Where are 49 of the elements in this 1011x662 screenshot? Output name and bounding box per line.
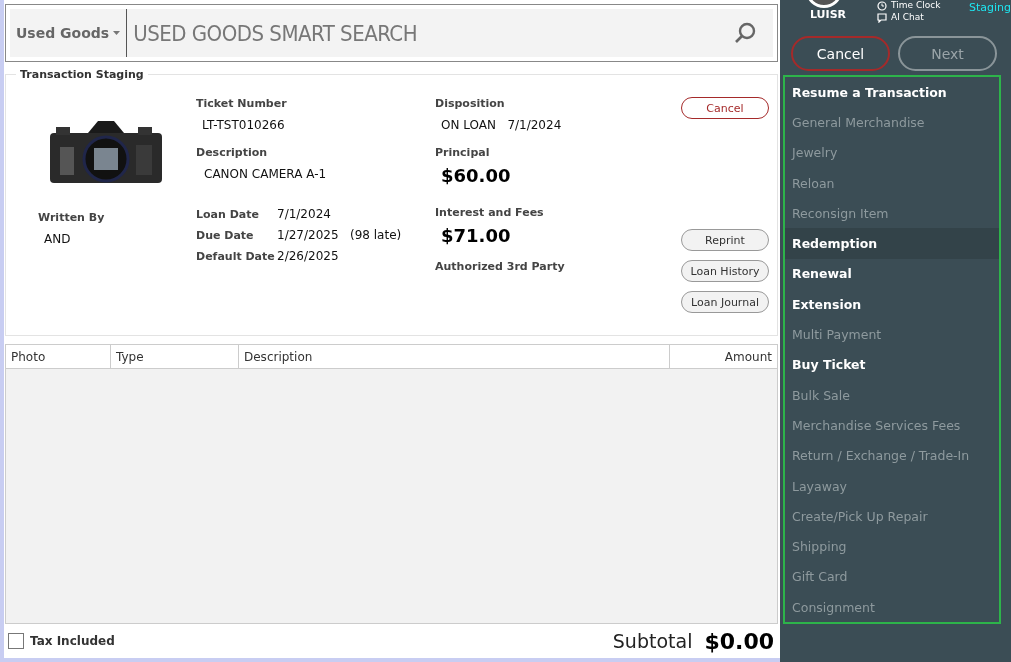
subtotal-value: $0.00 bbox=[704, 628, 774, 654]
search-field[interactable]: USED GOODS SMART SEARCH bbox=[127, 9, 725, 57]
checkbox[interactable] bbox=[8, 633, 24, 649]
field-value: CANON CAMERA A-1 bbox=[203, 167, 328, 181]
category-dropdown[interactable]: Used Goods bbox=[10, 9, 128, 57]
field-value: ON LOAN 7/1/2024 bbox=[440, 118, 563, 132]
column-header: Amount bbox=[723, 348, 773, 366]
action-button[interactable]: Reprint bbox=[681, 229, 769, 251]
subtotal-label: Subtotal bbox=[612, 630, 693, 652]
field-value: 7/1/2024 bbox=[277, 207, 332, 221]
column-header: Type bbox=[111, 345, 239, 368]
field-value: AND bbox=[43, 232, 72, 246]
field-label: Written By bbox=[38, 211, 106, 224]
environment-label: Staging bbox=[968, 1, 1011, 14]
cancel-button[interactable]: Cancel bbox=[791, 36, 890, 71]
column-header: Photo bbox=[6, 345, 111, 368]
field-label: Interest and Fees bbox=[435, 206, 545, 219]
field-label: Principal bbox=[435, 146, 491, 159]
menu-item[interactable]: Redemption bbox=[785, 228, 999, 259]
caret-icon bbox=[113, 31, 121, 35]
menu-item[interactable]: Buy Ticket bbox=[785, 349, 999, 380]
field-value: 2/26/2025 bbox=[277, 249, 340, 263]
sidebar-link[interactable]: AI Chat bbox=[877, 12, 941, 23]
field-label: Ticket Number bbox=[196, 97, 288, 110]
amount-value: $71.00 bbox=[440, 225, 512, 246]
field-label: Loan Date bbox=[196, 208, 260, 221]
cancel-button[interactable]: Cancel bbox=[681, 97, 769, 119]
clock-icon bbox=[877, 0, 887, 11]
field-value: LT-TST010266 bbox=[201, 118, 286, 132]
user-name: LUISR bbox=[810, 8, 847, 21]
late-note: (98 late) bbox=[350, 228, 403, 242]
field-label: Disposition bbox=[435, 97, 506, 110]
panel-title: Transaction Staging bbox=[16, 68, 148, 81]
checkbox-label: Tax Included bbox=[30, 634, 116, 648]
action-button[interactable]: Loan History bbox=[681, 260, 769, 282]
sidebar-link[interactable]: Time Clock bbox=[877, 0, 941, 11]
menu-item[interactable]: Resume a Transaction bbox=[785, 77, 999, 108]
field-label: Authorized 3rd Party bbox=[435, 260, 566, 273]
action-button[interactable]: Loan Journal bbox=[681, 291, 769, 313]
menu-item[interactable]: Renewal bbox=[785, 258, 999, 290]
search-icon[interactable] bbox=[733, 21, 757, 45]
field-label: Due Date bbox=[196, 229, 255, 242]
amount-value: $60.00 bbox=[440, 165, 512, 186]
field-label: Description bbox=[196, 146, 269, 159]
menu-item[interactable]: Extension bbox=[785, 289, 999, 320]
field-label: Default Date bbox=[196, 250, 276, 263]
field-value: 1/27/2025 bbox=[277, 228, 340, 242]
column-header: Description bbox=[239, 345, 670, 368]
chat-icon bbox=[877, 12, 887, 23]
